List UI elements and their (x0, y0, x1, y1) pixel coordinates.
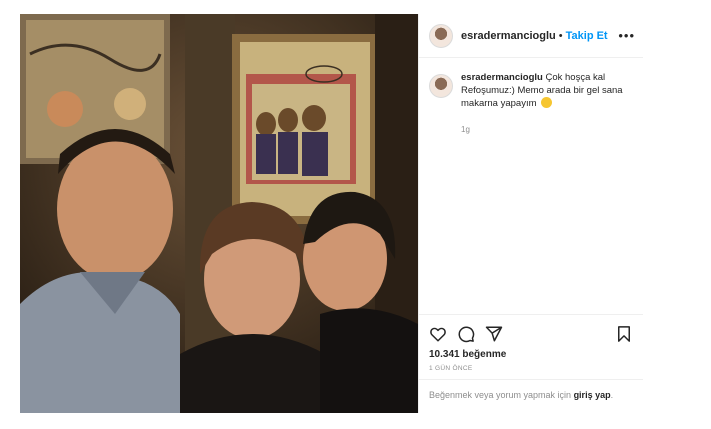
comment-icon[interactable] (457, 325, 475, 343)
caption-time: 1g (461, 124, 470, 134)
caption: esradermancioglu Çok hoşça kal Refoşumuz… (429, 72, 635, 134)
login-prompt-suffix: . (610, 390, 614, 400)
post-side-panel: esradermancioglu • Takip Et ••• esraderm… (418, 14, 643, 413)
more-options-icon[interactable]: ••• (618, 28, 635, 43)
bookmark-icon[interactable] (615, 325, 633, 343)
login-prompt-prefix: Beğenmek veya yorum yapmak için (429, 390, 574, 400)
instagram-post: esradermancioglu • Takip Et ••• esraderm… (20, 14, 643, 413)
heart-icon[interactable] (429, 325, 447, 343)
login-prompt: Beğenmek veya yorum yapmak için giriş ya… (419, 379, 643, 414)
post-actions: 10.341 beğenme 1 GÜN ÖNCE Beğenmek veya … (419, 314, 643, 413)
caption-text-block: esradermancioglu Çok hoşça kal Refoşumuz… (461, 72, 635, 111)
login-link[interactable]: giriş yap (574, 390, 611, 400)
action-icons (429, 325, 503, 343)
post-photo[interactable] (20, 14, 418, 413)
caption-username[interactable]: esradermancioglu (461, 72, 543, 83)
post-header: esradermancioglu • Takip Et ••• (419, 14, 643, 58)
laughing-emoji-icon (541, 97, 553, 108)
post-date: 1 GÜN ÖNCE (429, 365, 473, 372)
avatar[interactable] (429, 23, 453, 48)
selfie-image (20, 14, 418, 413)
share-icon[interactable] (485, 325, 503, 343)
caption-avatar[interactable] (429, 74, 453, 98)
separator-dot: • (558, 29, 563, 42)
follow-button[interactable]: Takip Et (566, 30, 608, 42)
likes-count[interactable]: 10.341 beğenme (429, 349, 506, 360)
header-username[interactable]: esradermancioglu (461, 30, 556, 42)
